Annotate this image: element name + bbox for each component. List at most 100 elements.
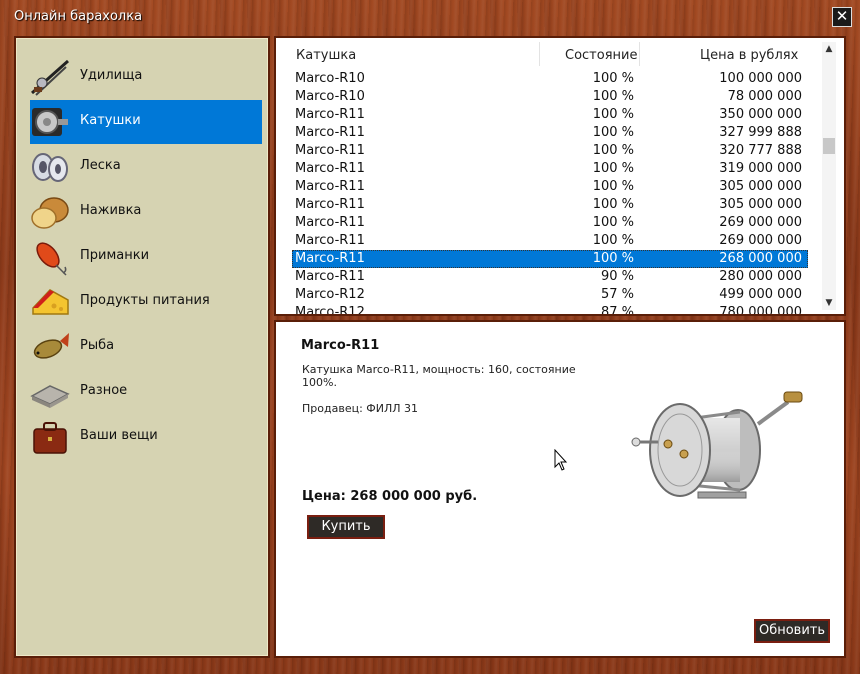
refresh-button[interactable]: Обновить [754, 619, 830, 643]
table-row[interactable]: Marco-R11 100 % 305 000 000 [292, 178, 808, 196]
reel-name-cell: Marco-R10 [295, 89, 365, 104]
condition-cell: 100 % [592, 89, 634, 104]
scroll-down-icon[interactable]: ▼ [822, 296, 836, 310]
listings-table: Катушка Состояние Цена в рублях Marco-R1… [274, 36, 846, 316]
table-row[interactable]: Marco-R11 100 % 350 000 000 [292, 106, 808, 124]
app-window: Онлайн барахолка ✕ Удилища Катушки Леска… [0, 0, 860, 674]
reel-name-cell: Marco-R11 [295, 233, 365, 248]
sidebar-item-label: Леска [80, 158, 121, 173]
fish-icon [33, 333, 69, 359]
condition-cell: 100 % [592, 197, 634, 212]
suitcase-icon [33, 422, 67, 454]
price-cell: 280 000 000 [719, 269, 802, 284]
sidebar-item-label: Разное [80, 383, 128, 398]
condition-cell: 100 % [592, 215, 634, 230]
condition-cell: 100 % [592, 143, 634, 158]
close-button[interactable]: ✕ [832, 7, 852, 27]
table-row[interactable]: Marco-R11 100 % 269 000 000 [292, 214, 808, 232]
item-title: Marco-R11 [301, 338, 380, 353]
reel-name-cell: Marco-R11 [295, 143, 365, 158]
sidebar-item-line[interactable]: Леска [30, 145, 262, 189]
price-cell: 78 000 000 [727, 89, 802, 104]
table-row[interactable]: Marco-R11 100 % 327 999 888 [292, 124, 808, 142]
column-separator [539, 42, 540, 66]
item-seller: Продавец: ФИЛЛ 31 [302, 402, 419, 415]
sidebar-item-misc[interactable]: Разное [30, 370, 262, 414]
price-cell: 269 000 000 [719, 233, 802, 248]
reel-name-cell: Marco-R11 [295, 107, 365, 122]
price-cell: 780 000 000 [719, 305, 802, 316]
price-cell: 305 000 000 [719, 197, 802, 212]
table-row[interactable]: Marco-R12 57 % 499 000 000 [292, 286, 808, 304]
column-separator [639, 42, 640, 66]
price-cell: 268 000 000 [719, 251, 802, 266]
condition-cell: 100 % [592, 233, 634, 248]
column-header-reel[interactable]: Катушка [296, 48, 356, 63]
sidebar-item-reels[interactable]: Катушки [30, 100, 262, 144]
reel-name-cell: Marco-R11 [295, 161, 365, 176]
condition-cell: 57 % [600, 287, 634, 302]
reel-name-cell: Marco-R11 [295, 179, 365, 194]
close-icon: ✕ [835, 7, 849, 25]
scroll-thumb[interactable] [823, 138, 835, 154]
cheese-icon [32, 289, 69, 315]
mouse-cursor-icon [554, 449, 568, 471]
table-row[interactable]: Marco-R11 100 % 305 000 000 [292, 196, 808, 214]
bread-bait-icon [31, 197, 69, 229]
table-row[interactable]: Marco-R11 100 % 320 777 888 [292, 142, 808, 160]
table-row[interactable]: Marco-R11 100 % 269 000 000 [292, 232, 808, 250]
sidebar-item-label: Рыба [80, 338, 115, 353]
title-bar: Онлайн барахолка ✕ [0, 0, 860, 34]
price-cell: 269 000 000 [719, 215, 802, 230]
price-cell: 499 000 000 [719, 287, 802, 302]
column-header-condition[interactable]: Состояние [565, 48, 637, 63]
reel-name-cell: Marco-R11 [295, 251, 365, 266]
sidebar-item-label: Приманки [80, 248, 150, 263]
reel-product-image [631, 391, 803, 499]
lure-icon [36, 242, 67, 276]
sidebar-item-label: Наживка [80, 203, 142, 218]
table-row[interactable]: Marco-R11 100 % 268 000 000 [292, 250, 808, 268]
sidebar-item-label: Удилища [80, 68, 143, 83]
sidebar-item-lures[interactable]: Приманки [30, 235, 262, 279]
reel-name-cell: Marco-R10 [295, 71, 365, 86]
sidebar-item-rods[interactable]: Удилища [30, 55, 262, 99]
reel-icon [32, 108, 68, 136]
condition-cell: 100 % [592, 107, 634, 122]
reel-name-cell: Marco-R11 [295, 269, 365, 284]
price-cell: 320 777 888 [719, 143, 802, 158]
price-cell: 350 000 000 [719, 107, 802, 122]
table-row[interactable]: Marco-R11 100 % 319 000 000 [292, 160, 808, 178]
condition-cell: 100 % [592, 179, 634, 194]
scroll-up-icon[interactable]: ▲ [822, 42, 836, 56]
window-title: Онлайн барахолка [14, 9, 143, 24]
condition-cell: 100 % [592, 161, 634, 176]
sidebar-item-your-items[interactable]: Ваши вещи [30, 415, 262, 459]
condition-cell: 100 % [592, 71, 634, 86]
list-scrollbar[interactable]: ▲ ▼ [822, 42, 836, 310]
condition-cell: 87 % [600, 305, 634, 316]
buy-button[interactable]: Купить [307, 515, 385, 539]
line-spool-icon [32, 153, 68, 182]
item-price: Цена: 268 000 000 руб. [302, 489, 478, 504]
sidebar-item-label: Продукты питания [80, 293, 210, 308]
table-row[interactable]: Marco-R10 100 % 78 000 000 [292, 88, 808, 106]
sidebar-item-food[interactable]: Продукты питания [30, 280, 262, 324]
item-detail-panel: Marco-R11 Катушка Marco-R11, мощность: 1… [274, 320, 846, 658]
table-rows: Marco-R10 100 % 100 000 000 Marco-R10 100 % 7… [292, 70, 808, 316]
sidebar-item-fish[interactable]: Рыба [30, 325, 262, 369]
table-header: Катушка Состояние Цена в рублях [276, 38, 816, 70]
column-header-price[interactable]: Цена в рублях [700, 48, 798, 63]
sidebar-item-label: Катушки [80, 113, 141, 128]
fishing-rod-icon [31, 59, 69, 96]
table-row[interactable]: Marco-R12 87 % 780 000 000 [292, 304, 808, 316]
reel-name-cell: Marco-R12 [295, 305, 365, 316]
table-row[interactable]: Marco-R11 90 % 280 000 000 [292, 268, 808, 286]
price-cell: 327 999 888 [719, 125, 802, 140]
condition-cell: 100 % [592, 125, 634, 140]
sidebar-item-bait[interactable]: Наживка [30, 190, 262, 234]
sidebar-item-label: Ваши вещи [80, 428, 158, 443]
item-description: Катушка Marco-R11, мощность: 160, состоя… [302, 363, 576, 389]
price-cell: 305 000 000 [719, 179, 802, 194]
table-row[interactable]: Marco-R10 100 % 100 000 000 [292, 70, 808, 88]
